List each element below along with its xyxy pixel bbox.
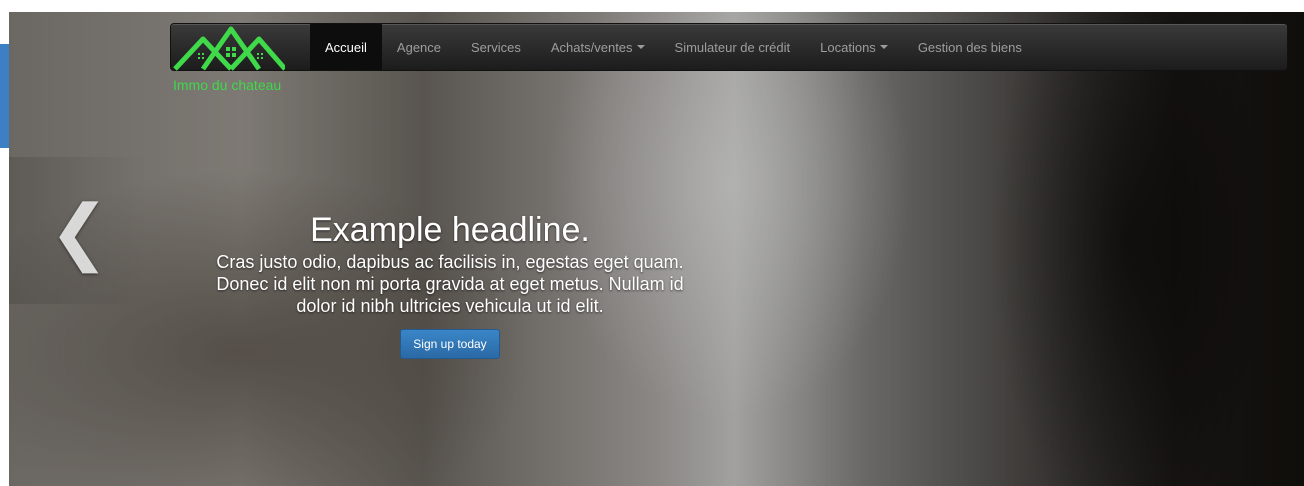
brand-name: Immo du chateau: [173, 77, 282, 93]
brand-link[interactable]: Immo du chateau: [171, 24, 303, 114]
nav-item-label: Simulateur de crédit: [674, 39, 791, 55]
page: ❮ Example headline. Cras justo odio, dap…: [0, 0, 1304, 486]
carousel-headline: Example headline.: [310, 211, 590, 249]
nav-item-accueil[interactable]: Accueil: [310, 24, 382, 70]
nav-item-label: Locations: [820, 39, 876, 55]
nav-item-label: Agence: [396, 39, 442, 55]
nav-item-label: Services: [471, 39, 521, 55]
sign-up-button[interactable]: Sign up today: [400, 329, 500, 359]
carousel-text: Cras justo odio, dapibus ac facilisis in…: [216, 252, 684, 316]
nav-item-locations[interactable]: Locations: [805, 24, 903, 70]
nav-item-services[interactable]: Services: [456, 24, 536, 70]
nav-item-simulateur-credit[interactable]: Simulateur de crédit: [660, 24, 806, 70]
main-nav: Accueil Agence Services Achats/ventes Si…: [310, 24, 1037, 70]
nav-item-achats-ventes[interactable]: Achats/ventes: [536, 24, 660, 70]
side-accent-bar: [0, 44, 9, 148]
top-navbar: Immo du chateau Accueil Agence Services …: [170, 23, 1288, 93]
nav-item-label: Gestion des biens: [917, 39, 1022, 55]
nav-item-label: Accueil: [325, 39, 367, 55]
carousel-caption: Example headline. Cras justo odio, dapib…: [204, 209, 696, 359]
nav-item-agence[interactable]: Agence: [382, 24, 456, 70]
caret-down-icon: [636, 45, 645, 49]
carousel-prev-button[interactable]: ❮: [9, 157, 149, 304]
nav-item-label: Achats/ventes: [550, 39, 633, 55]
house-roofs-icon: [173, 26, 285, 71]
nav-item-gestion-biens[interactable]: Gestion des biens: [903, 24, 1037, 70]
chevron-left-icon: ❮: [49, 188, 110, 273]
caret-down-icon: [879, 45, 888, 49]
